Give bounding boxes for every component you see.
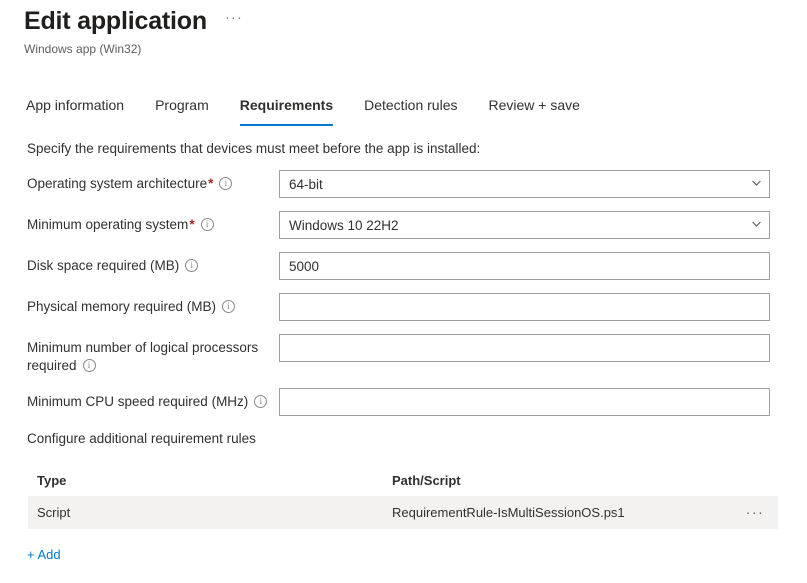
requirements-form: Operating system architecture* Minimum o… [27, 170, 772, 429]
column-header-path-script: Path/Script [392, 473, 732, 488]
logical-processors-input[interactable] [279, 334, 770, 362]
required-asterisk: * [189, 217, 194, 232]
field-wrap-cpu-speed [279, 388, 772, 416]
page-title: Edit application [24, 6, 207, 36]
label-cpu-speed: Minimum CPU speed required (MHz) [27, 388, 279, 411]
label-os-architecture: Operating system architecture* [27, 170, 279, 193]
label-text: Minimum number of logical processors req… [27, 340, 258, 373]
form-row-cpu-speed: Minimum CPU speed required (MHz) [27, 388, 772, 416]
additional-rules-label: Configure additional requirement rules [27, 430, 256, 448]
field-wrap-physical-memory [279, 293, 772, 321]
info-icon[interactable] [254, 395, 267, 408]
tab-detection-rules[interactable]: Detection rules [364, 94, 457, 126]
label-disk-space: Disk space required (MB) [27, 252, 279, 275]
field-wrap-disk-space [279, 252, 772, 280]
field-wrap-minimum-os [279, 211, 772, 239]
form-row-logical-processors: Minimum number of logical processors req… [27, 334, 772, 375]
field-wrap-os-architecture [279, 170, 772, 198]
cell-type: Script [28, 505, 392, 520]
intro-text: Specify the requirements that devices mu… [27, 140, 480, 158]
info-icon[interactable] [185, 259, 198, 272]
cpu-speed-input[interactable] [279, 388, 770, 416]
page-subtitle: Windows app (Win32) [24, 41, 784, 57]
page-header: Edit application ··· Windows app (Win32) [24, 6, 784, 57]
table-header-row: Type Path/Script [28, 464, 778, 496]
minimum-os-select[interactable] [279, 211, 770, 239]
label-text: Minimum CPU speed required (MHz) [27, 394, 248, 409]
label-minimum-os: Minimum operating system* [27, 211, 279, 234]
required-asterisk: * [208, 176, 213, 191]
tab-bar: App information Program Requirements Det… [26, 94, 611, 126]
title-row: Edit application ··· [24, 6, 784, 36]
label-text: Disk space required (MB) [27, 258, 179, 273]
tab-review-save[interactable]: Review + save [489, 94, 580, 126]
label-text: Operating system architecture [27, 176, 207, 191]
cell-path-script: RequirementRule-IsMultiSessionOS.ps1 [392, 505, 732, 520]
more-options-icon[interactable]: ··· [221, 11, 247, 31]
tab-requirements[interactable]: Requirements [240, 94, 333, 126]
os-architecture-select[interactable] [279, 170, 770, 198]
disk-space-input[interactable] [279, 252, 770, 280]
info-icon[interactable] [83, 359, 96, 372]
requirement-rules-table: Type Path/Script Script RequirementRule-… [28, 464, 778, 529]
label-text: Physical memory required (MB) [27, 299, 216, 314]
form-row-physical-memory: Physical memory required (MB) [27, 293, 772, 321]
tab-app-information[interactable]: App information [26, 94, 124, 126]
physical-memory-input[interactable] [279, 293, 770, 321]
label-logical-processors: Minimum number of logical processors req… [27, 334, 279, 375]
form-row-os-architecture: Operating system architecture* [27, 170, 772, 198]
form-row-disk-space: Disk space required (MB) [27, 252, 772, 280]
label-physical-memory: Physical memory required (MB) [27, 293, 279, 316]
row-more-options-icon[interactable]: ··· [746, 504, 765, 525]
cell-menu: ··· [732, 505, 778, 520]
column-header-type: Type [28, 473, 392, 488]
info-icon[interactable] [222, 300, 235, 313]
info-icon[interactable] [219, 177, 232, 190]
form-row-minimum-os: Minimum operating system* [27, 211, 772, 239]
info-icon[interactable] [201, 218, 214, 231]
label-text: Minimum operating system [27, 217, 188, 232]
add-rule-link[interactable]: + Add [27, 546, 61, 564]
field-wrap-logical-processors [279, 334, 772, 362]
tab-program[interactable]: Program [155, 94, 209, 126]
table-row[interactable]: Script RequirementRule-IsMultiSessionOS.… [28, 496, 778, 529]
